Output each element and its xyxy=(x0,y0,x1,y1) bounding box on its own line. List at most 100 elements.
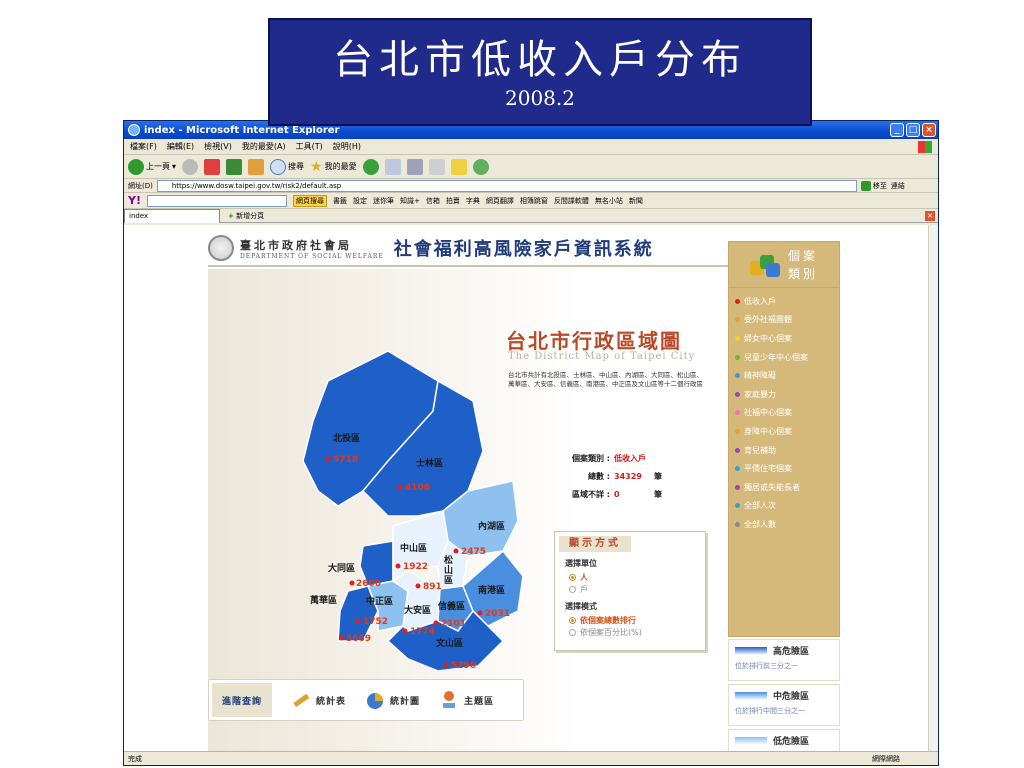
category-item[interactable]: 社福中心個案 xyxy=(729,404,839,423)
slide-title-banner: 台北市低收入戶分布 2008.2 xyxy=(268,18,812,126)
map-title: 台北市行政區域圖 xyxy=(506,329,682,353)
district-label-daan[interactable]: 大安區 xyxy=(404,604,431,616)
unit-option-household[interactable]: 戶 xyxy=(569,583,705,595)
query-stats-table[interactable]: 統計表 xyxy=(290,689,346,711)
district-label-beitou[interactable]: 北投區 xyxy=(333,432,360,444)
stop-icon[interactable] xyxy=(204,158,221,175)
category-item[interactable]: 育兒補助 xyxy=(729,441,839,460)
menu-favorites[interactable]: 我的最愛(A) xyxy=(242,141,286,152)
menu-help[interactable]: 說明(H) xyxy=(333,141,361,152)
district-label-songshan-3[interactable]: 區 xyxy=(444,575,453,586)
yahoo-item-dictionary[interactable]: 字典 xyxy=(466,196,480,206)
system-title: 社會福利高風險家戶資訊系統 xyxy=(393,239,654,260)
mode-label: 選擇模式 xyxy=(565,602,597,611)
vertical-scrollbar[interactable] xyxy=(928,225,938,753)
district-label-datong[interactable]: 大同區 xyxy=(328,562,355,574)
district-label-zhongshan[interactable]: 中山區 xyxy=(400,542,427,554)
district-value-wanhua: 5669 xyxy=(346,634,371,644)
maximize-button[interactable]: □ xyxy=(906,123,920,137)
close-button[interactable]: × xyxy=(922,123,936,137)
menu-view[interactable]: 檢視(V) xyxy=(204,141,232,152)
new-tab-button[interactable]: + 新增分頁 xyxy=(228,211,264,221)
yahoo-item-wretch[interactable]: 無名小站 xyxy=(595,196,623,206)
tab-index[interactable]: index xyxy=(124,208,220,223)
category-item[interactable]: 全部人次 xyxy=(729,497,839,516)
mode-option-total[interactable]: 依個案總數排行 xyxy=(569,614,705,626)
district-label-wanhua[interactable]: 萬華區 xyxy=(310,594,337,606)
menu-tools[interactable]: 工具(T) xyxy=(296,141,323,152)
district-label-songshan-2[interactable]: 山 xyxy=(444,564,453,576)
refresh-icon[interactable] xyxy=(226,158,243,175)
home-icon[interactable] xyxy=(248,158,265,175)
yahoo-item-news[interactable]: 新聞 xyxy=(629,196,643,206)
address-input[interactable]: https://www.dosw.taipei.gov.tw/risk2/def… xyxy=(156,179,857,192)
standard-toolbar: 上一頁 ▾ 搜尋 ★ 我的最愛 xyxy=(124,155,938,179)
messenger-icon[interactable] xyxy=(472,158,489,175)
district-label-shilin[interactable]: 士林區 xyxy=(416,457,443,469)
back-button[interactable]: 上一頁 ▾ xyxy=(128,158,176,175)
edit-icon[interactable] xyxy=(428,158,445,175)
yahoo-item-auction[interactable]: 拍賣 xyxy=(446,196,460,206)
unknown-unit: 筆 xyxy=(654,489,662,499)
yahoo-item-settings[interactable]: 設定 xyxy=(353,196,367,206)
history-icon[interactable] xyxy=(362,158,379,175)
favorites-button[interactable]: ★ 我的最愛 xyxy=(310,159,357,175)
category-item[interactable]: 委外社福團體 xyxy=(729,311,839,330)
mode-option-percent[interactable]: 依個案百分比(%) xyxy=(569,626,705,638)
category-item[interactable]: 平價住宅個案 xyxy=(729,459,839,478)
address-bar: 網址(D) https://www.dosw.taipei.gov.tw/ris… xyxy=(124,179,938,193)
print-icon[interactable] xyxy=(406,158,423,175)
search-button[interactable]: 搜尋 xyxy=(270,158,304,175)
tab-close-icon[interactable]: × xyxy=(925,210,935,221)
go-button[interactable]: 移至 xyxy=(860,180,887,191)
category-item[interactable]: 身障中心個案 xyxy=(729,422,839,441)
total-label: 總數 : xyxy=(588,471,610,481)
district-label-xinyi[interactable]: 信義區 xyxy=(438,600,465,612)
minimize-button[interactable]: _ xyxy=(890,123,904,137)
category-item-label: 婦女中心個案 xyxy=(744,333,792,343)
category-item-label: 全部人次 xyxy=(744,501,776,511)
category-label: 個案類別 : xyxy=(572,453,610,463)
category-item[interactable]: 家庭暴力 xyxy=(729,385,839,404)
yahoo-item-mini[interactable]: 迷你筆 xyxy=(373,196,394,206)
menu-edit[interactable]: 編輯(E) xyxy=(167,141,194,152)
category-item[interactable]: 獨居或失能長者 xyxy=(729,478,839,497)
category-item[interactable]: 低收入戶 xyxy=(729,292,839,311)
yahoo-search-button[interactable]: 網頁搜尋 xyxy=(292,194,327,207)
category-item-label: 獨居或失能長者 xyxy=(744,482,800,492)
map-subtitle: The District Map of Taipei City xyxy=(508,351,696,362)
district-label-nangang[interactable]: 南港區 xyxy=(478,584,505,596)
district-label-zhongzheng[interactable]: 中正區 xyxy=(366,595,393,607)
menu-file[interactable]: 檔案(F) xyxy=(130,141,157,152)
query-stats-chart[interactable]: 統計圖 xyxy=(364,689,420,711)
category-item[interactable]: 全部人數 xyxy=(729,515,839,534)
yahoo-item-bookmarks[interactable]: 書籤 xyxy=(333,196,347,206)
district-label-neihu[interactable]: 內湖區 xyxy=(478,520,505,532)
unknown-label: 區域不詳 : xyxy=(572,489,610,499)
yahoo-item-antispy[interactable]: 反間諜軟體 xyxy=(554,196,589,206)
legend-item: 中危險區 位於排行中間三分之一 xyxy=(728,684,840,726)
district-label-songshan-1[interactable]: 松 xyxy=(444,554,453,566)
yahoo-item-translate[interactable]: 網頁翻譯 xyxy=(486,196,514,206)
category-item-label: 育兒補助 xyxy=(744,445,776,455)
district-label-wenshan[interactable]: 文山區 xyxy=(435,637,463,649)
forward-button[interactable] xyxy=(182,158,199,175)
category-item[interactable]: 兒童少年中心個案 xyxy=(729,348,839,367)
yahoo-item-mail[interactable]: 信箱 xyxy=(426,196,440,206)
district-marker-daan xyxy=(402,628,408,634)
bullet-icon xyxy=(735,335,740,341)
total-value: 34329 xyxy=(614,471,642,481)
district-marker-xinyi xyxy=(433,620,439,626)
category-item[interactable]: 婦女中心個案 xyxy=(729,329,839,348)
bullet-icon xyxy=(735,521,740,527)
mail-icon[interactable] xyxy=(384,158,401,175)
yahoo-item-popup[interactable]: 相簿跳窗 xyxy=(520,196,548,206)
query-topics[interactable]: 主題區 xyxy=(438,689,494,711)
unit-option-person[interactable]: 人 xyxy=(569,571,705,583)
links-label[interactable]: 連結 xyxy=(891,181,905,191)
yahoo-item-knowledge[interactable]: 知識+ xyxy=(400,196,420,206)
category-item[interactable]: 精神障礙 xyxy=(729,366,839,385)
yahoo-search-input[interactable] xyxy=(146,194,287,207)
folder-icon[interactable] xyxy=(450,158,467,175)
yahoo-logo[interactable]: Y! xyxy=(128,194,141,207)
